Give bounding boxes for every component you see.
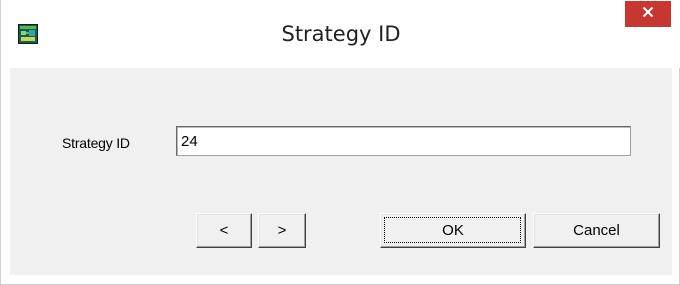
next-button[interactable]: >: [258, 213, 306, 248]
close-icon: [642, 5, 654, 23]
close-button[interactable]: [625, 1, 671, 27]
dialog-window: Strategy ID Strategy ID < > OK Cancel: [0, 0, 680, 285]
previous-button-label: <: [219, 222, 229, 239]
title-bar[interactable]: Strategy ID: [1, 0, 680, 68]
cancel-button[interactable]: Cancel: [533, 213, 660, 248]
cancel-button-label: Cancel: [573, 222, 620, 239]
ok-button-label: OK: [442, 222, 464, 239]
next-button-label: >: [277, 222, 287, 239]
strategy-id-input[interactable]: [176, 126, 631, 156]
previous-button[interactable]: <: [196, 213, 252, 248]
window-title: Strategy ID: [281, 22, 401, 46]
dialog-body: Strategy ID < > OK Cancel: [10, 68, 672, 275]
ok-button[interactable]: OK: [380, 213, 526, 248]
strategy-id-label: Strategy ID: [62, 135, 130, 151]
